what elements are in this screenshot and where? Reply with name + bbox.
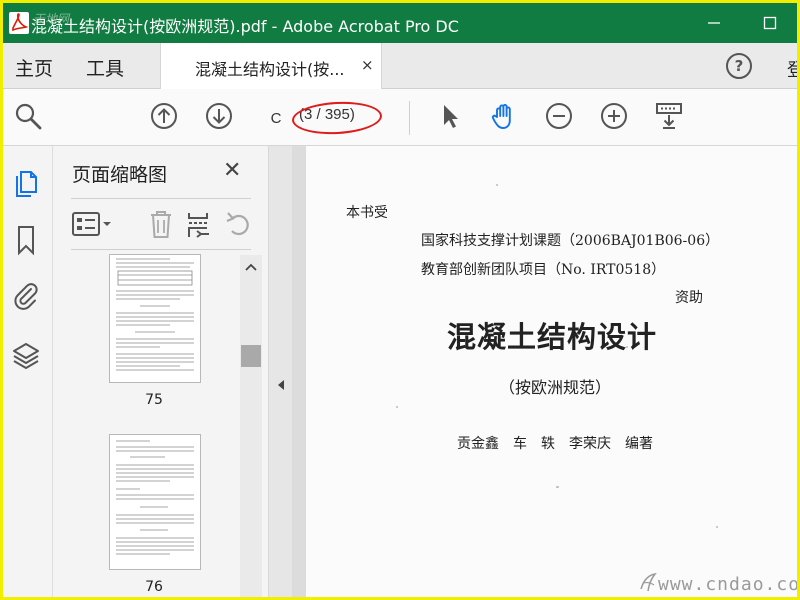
bookmarks-button[interactable] (11, 224, 41, 256)
arrow-up-circle-icon (151, 103, 177, 129)
site-watermark: www.cndao.com (658, 574, 800, 595)
options-list-icon (72, 212, 111, 236)
toolbar: (3 / 395) (3, 89, 797, 146)
paperclip-icon (14, 283, 38, 310)
thumbnail-label: 76 (145, 579, 163, 595)
panel-close-icon[interactable]: ✕ (223, 158, 241, 183)
scroll-thumb[interactable] (241, 345, 261, 367)
document-tab-label: 混凝土结构设计(按... (195, 60, 345, 79)
maximize-icon (763, 16, 777, 30)
trash-icon (151, 211, 171, 238)
thumbnails-panel: 页面缩略图 ✕ 75 76 (53, 146, 268, 597)
tab-bar: 主页 工具 混凝土结构设计(按... × ? 登 (3, 43, 797, 89)
toolbar-divider (409, 101, 410, 135)
page-thumbnails-button[interactable] (11, 166, 41, 198)
bookmark-icon (18, 226, 34, 256)
scroll-up-icon[interactable] (245, 261, 257, 275)
scan-speck (396, 406, 398, 408)
document-view[interactable]: 本书受 国家科技支撑计划课题（2006BAJ01B06-06） 教育部创新团队项… (292, 146, 800, 597)
page-layout-button[interactable] (654, 101, 684, 131)
pages-icon (16, 171, 37, 197)
insert-page-button[interactable] (183, 209, 213, 239)
panel-toolbar (71, 198, 251, 250)
title-bar: 混凝土结构设计(按欧洲规范).pdf - Adobe Acrobat Pro D… (3, 3, 797, 43)
layers-icon (13, 343, 39, 369)
scan-speck (716, 526, 718, 528)
minimize-button[interactable] (699, 11, 729, 35)
rotate-page-button[interactable] (223, 209, 253, 239)
zoom-in-button[interactable] (599, 101, 629, 131)
page-thumbnail-image (116, 258, 194, 371)
page-text-line: 本书受 (346, 205, 388, 221)
thumbnail-list: 75 76 (71, 254, 241, 597)
layers-button[interactable] (11, 340, 41, 372)
hand-tool-button[interactable] (489, 101, 519, 131)
book-title: 混凝土结构设计 (447, 320, 658, 354)
thumbnail-scrollbar[interactable] (240, 255, 262, 597)
zoom-out-button[interactable] (544, 101, 574, 131)
collapse-left-icon[interactable] (276, 379, 286, 394)
delete-pages-button[interactable] (146, 209, 176, 239)
cursor-arrow-icon (444, 105, 458, 128)
arrow-down-circle-icon (206, 103, 232, 129)
options-menu-button[interactable] (71, 209, 119, 239)
page-thumbnail-image (116, 440, 194, 555)
document-tab[interactable]: 混凝土结构设计(按... × (160, 43, 382, 89)
panel-title: 页面缩略图 (72, 164, 168, 186)
document-page: 本书受 国家科技支撑计划课题（2006BAJ01B06-06） 教育部创新团队项… (306, 146, 800, 597)
thumbnail-label: 75 (145, 392, 163, 408)
book-authors: 贡金鑫 车 轶 李荣庆 编著 (457, 436, 653, 452)
page-number-input[interactable] (259, 105, 293, 131)
site-logo-icon (640, 572, 657, 592)
scan-speck (626, 346, 628, 348)
tab-close-icon[interactable]: × (361, 56, 374, 74)
search-icon (15, 103, 42, 130)
select-tool-button[interactable] (435, 101, 465, 131)
scan-speck (496, 184, 498, 186)
maximize-button[interactable] (755, 11, 785, 35)
page-text-line: 教育部创新团队项目（No. IRT0518） (421, 262, 666, 278)
next-page-button[interactable] (204, 101, 234, 131)
menu-home[interactable]: 主页 (15, 54, 53, 81)
attachments-button[interactable] (11, 280, 41, 312)
search-button[interactable] (13, 101, 43, 131)
navigation-rail (3, 146, 53, 597)
window-title: 混凝土结构设计(按欧洲规范).pdf - Adobe Acrobat Pro D… (31, 17, 459, 36)
previous-page-button[interactable] (149, 101, 179, 131)
menu-tools[interactable]: 工具 (86, 54, 124, 81)
panel-collapse-strip[interactable] (268, 146, 292, 597)
thumbnail-page-76[interactable] (109, 434, 201, 570)
acrobat-app-icon[interactable] (9, 12, 29, 34)
insert-page-icon (188, 213, 209, 238)
sign-in-button[interactable]: 登 (787, 56, 797, 82)
book-subtitle: （按欧洲规范） (499, 378, 612, 397)
page-text-line: 资助 (675, 290, 703, 306)
minimize-icon (708, 22, 720, 24)
page-text-line: 国家科技支撑计划课题（2006BAJ01B06-06） (421, 233, 720, 249)
scan-speck (556, 486, 559, 488)
scroll-mode-icon (656, 103, 682, 129)
corner-watermark: 天地网 (33, 12, 70, 26)
rotate-icon (226, 212, 249, 236)
thumbnail-page-75[interactable] (109, 254, 201, 383)
plus-circle-icon (601, 103, 627, 129)
help-icon[interactable]: ? (726, 53, 752, 79)
minus-circle-icon (546, 103, 572, 129)
acrobat-window: 混凝土结构设计(按欧洲规范).pdf - Adobe Acrobat Pro D… (0, 0, 800, 600)
hand-icon (491, 104, 511, 129)
